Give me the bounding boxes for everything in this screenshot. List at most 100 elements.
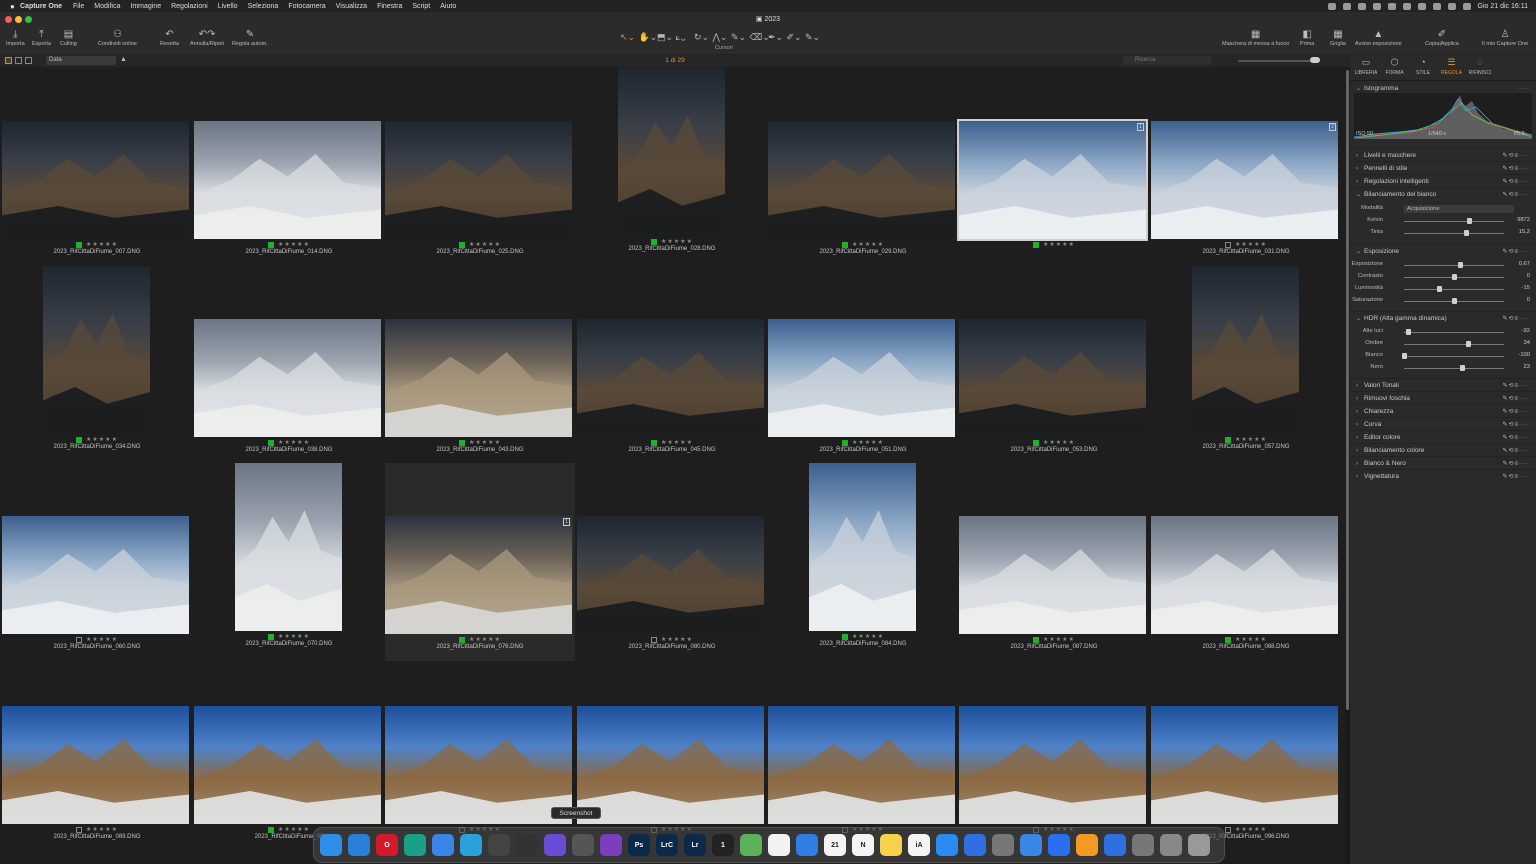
scrollbar-thumb[interactable] — [1346, 70, 1349, 710]
section-tools-icon[interactable]: ✎⟲≡··· — [1502, 408, 1536, 415]
thumbnail-image[interactable] — [385, 706, 572, 824]
star-rating[interactable]: ★★★★★ — [852, 241, 884, 248]
color-label[interactable] — [1225, 826, 1232, 833]
color-label[interactable] — [76, 636, 83, 643]
keystone-icon[interactable]: ⋀⌄ — [713, 31, 728, 43]
auto-adjust-button[interactable]: ✎ Regola autom. — [232, 27, 268, 48]
dock-lightroom-icon[interactable]: Lr — [684, 834, 706, 856]
thumbnail-cell[interactable]: ★★★★★ 2023_RifCittaDiFiume_053.DNG — [959, 266, 1149, 464]
dock-trash-icon[interactable] — [1188, 834, 1210, 856]
undo-redo-button[interactable]: ↶↷ Annulla/Ripeti — [190, 27, 224, 48]
color-label[interactable] — [268, 826, 275, 833]
collapse-chevron-icon[interactable]: ⌄ — [1356, 315, 1364, 322]
dock-app-store-icon[interactable] — [936, 834, 958, 856]
slider-knob[interactable] — [1458, 262, 1463, 268]
menu-item-visualizza[interactable]: Visualizza — [331, 3, 372, 10]
menu-item-modifica[interactable]: Modifica — [89, 3, 125, 10]
thumbnail-cell[interactable]: 1 ★★★★★ 2023_RifCittaDiFiume_076.DNG — [385, 463, 575, 661]
thumbnail-cell[interactable]: ★★★★★ 2023_RifCittaDiFiume_045.DNG — [577, 266, 767, 464]
color-label[interactable] — [1225, 636, 1232, 643]
slider-knob[interactable] — [1464, 230, 1469, 236]
thumbnail-image[interactable] — [385, 121, 572, 239]
dock-1password-2-icon[interactable] — [1104, 834, 1126, 856]
color-label[interactable] — [459, 241, 466, 248]
thumbnail-image[interactable] — [2, 706, 189, 824]
star-rating[interactable]: ★★★★★ — [1043, 241, 1075, 248]
dock-maps-icon[interactable] — [740, 834, 762, 856]
star-rating[interactable]: ★★★★★ — [86, 636, 118, 643]
thumbnail-image[interactable] — [959, 706, 1146, 824]
star-rating[interactable]: ★★★★★ — [1235, 241, 1267, 248]
dock-affinity-photo-icon[interactable] — [600, 834, 622, 856]
color-label[interactable] — [76, 436, 83, 443]
menu-item-script[interactable]: Script — [407, 3, 435, 10]
dock-settings-icon[interactable] — [992, 834, 1014, 856]
star-rating[interactable]: ★★★★★ — [661, 439, 693, 446]
slider-value[interactable]: 23 — [1508, 364, 1530, 370]
dock-photoshop-icon[interactable]: Ps — [628, 834, 650, 856]
spot-icon[interactable]: ✎⌄ — [805, 31, 820, 43]
thumbnail-image[interactable] — [768, 319, 955, 437]
expand-chevron-icon[interactable]: › — [1356, 166, 1364, 172]
color-label[interactable] — [459, 439, 466, 446]
eraser-icon[interactable]: ⌫⌄ — [750, 31, 770, 43]
slider-value[interactable]: 0 — [1508, 273, 1530, 279]
star-rating[interactable]: ★★★★★ — [852, 439, 884, 446]
star-rating[interactable]: ★★★★★ — [86, 826, 118, 833]
tab-libreria[interactable]: ▭ LIBRERIA — [1352, 57, 1380, 76]
expand-chevron-icon[interactable]: › — [1356, 409, 1364, 415]
expand-chevron-icon[interactable]: › — [1356, 422, 1364, 428]
section-tools-icon[interactable]: ✎⟲≡··· — [1502, 460, 1536, 467]
menu-item-finestra[interactable]: Finestra — [372, 3, 407, 10]
dock-screenshot-icon[interactable] — [572, 834, 594, 856]
thumbnail-cell[interactable]: 1 ★★★★★ — [957, 68, 1149, 266]
slider-value[interactable]: 15,2 — [1508, 229, 1530, 235]
thumbnail-image[interactable] — [385, 319, 572, 437]
expand-chevron-icon[interactable]: › — [1356, 396, 1364, 402]
dock-reminders-icon[interactable] — [768, 834, 790, 856]
thumbnail-cell[interactable]: ★★★★★ 2023_RifCittaDiFiume_038.DNG — [194, 266, 384, 464]
section-tools-icon[interactable]: ✎⟲≡··· — [1502, 382, 1536, 389]
brush-icon[interactable]: ✎⌄ — [731, 31, 746, 43]
dock-folder-2-icon[interactable] — [1160, 834, 1182, 856]
crop-icon[interactable]: ⟀⌄ — [676, 31, 686, 43]
menu-item-seleziona[interactable]: Seleziona — [243, 3, 284, 10]
crop-overlay-icon[interactable]: ⬒⌄ — [657, 31, 673, 43]
collapse-chevron-icon[interactable]: ⌄ — [1356, 191, 1364, 198]
color-label[interactable] — [1225, 436, 1232, 443]
search-icon[interactable] — [1447, 2, 1456, 10]
dock-lightroom-classic-icon[interactable]: LrC — [656, 834, 678, 856]
section-bilanciamento-del-bianco[interactable]: ⌄ Bilanciamento del bianco ✎⟲≡··· — [1350, 188, 1536, 201]
slider-knob[interactable] — [1406, 329, 1411, 335]
status-icon[interactable] — [1402, 2, 1411, 10]
color-label[interactable] — [268, 241, 275, 248]
star-rating[interactable]: ★★★★★ — [1235, 636, 1267, 643]
dock-mail-icon[interactable] — [432, 834, 454, 856]
thumbnail-image[interactable] — [618, 68, 725, 236]
status-icon[interactable] — [1357, 2, 1366, 10]
pan-cursor-icon[interactable]: ✋⌄ — [639, 31, 658, 43]
slider-value[interactable]: 34 — [1508, 340, 1530, 346]
star-rating[interactable]: ★★★★★ — [469, 241, 501, 248]
color-label[interactable] — [651, 636, 658, 643]
slider-knob[interactable] — [1452, 274, 1457, 280]
tab-forma[interactable]: ⬡ FORMA — [1381, 57, 1409, 76]
status-icon[interactable] — [1342, 2, 1351, 10]
dock-safari-icon[interactable] — [348, 834, 370, 856]
slider-value[interactable]: 0 — [1508, 297, 1530, 303]
collapse-chevron-icon[interactable]: ⌄ — [1356, 248, 1364, 255]
before-button[interactable]: ◧ Prima — [1300, 27, 1314, 48]
thumbnail-cell[interactable]: ★★★★★ 2023_RifCittaDiFiume_028.DNG — [577, 68, 767, 266]
annotate-icon[interactable]: ✐⌄ — [787, 31, 802, 43]
section-tools-icon[interactable]: ✎⟲≡··· — [1502, 447, 1536, 454]
thumbnail-cell[interactable]: ★★★★★ 2023_RifCittaDiFiume_007.DNG — [2, 68, 192, 266]
color-label[interactable] — [459, 636, 466, 643]
thumbnail-image[interactable] — [959, 319, 1146, 437]
color-label[interactable] — [651, 439, 658, 446]
thumbnail-image[interactable] — [1151, 706, 1338, 824]
thumbnail-image[interactable] — [194, 121, 381, 239]
thumbnail-cell[interactable]: 2 ★★★★★ 2023_RifCittaDiFiume_031.DNG — [1151, 68, 1341, 266]
dock-resolve-icon[interactable] — [516, 834, 538, 856]
thumbnail-image[interactable] — [194, 319, 381, 437]
thumbnail-image[interactable] — [194, 706, 381, 824]
